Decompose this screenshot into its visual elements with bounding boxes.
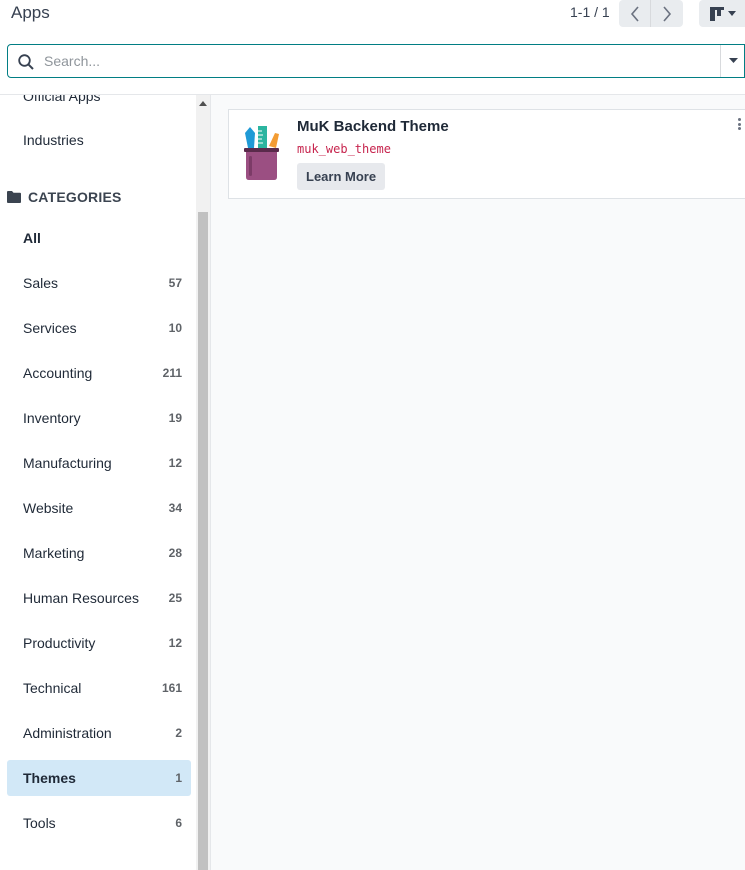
- sidebar-scrollbar-thumb[interactable]: [198, 212, 208, 870]
- pager-value[interactable]: 1-1 / 1: [570, 4, 610, 20]
- search-panel: Official Apps Industries CATEGORIES All …: [0, 95, 210, 870]
- search-input[interactable]: [44, 51, 714, 71]
- scroll-up-arrow[interactable]: [196, 95, 210, 111]
- sidebar-item-website[interactable]: Website 34: [7, 490, 191, 526]
- learn-more-button[interactable]: Learn More: [297, 163, 386, 190]
- sidebar-item-count: 161: [161, 681, 182, 695]
- app-title: MuK Backend Theme: [297, 118, 449, 135]
- sidebar-item-official-apps[interactable]: Official Apps: [7, 95, 191, 114]
- pager-next-button[interactable]: [651, 0, 683, 27]
- triangle-up-icon: [199, 100, 207, 106]
- sidebar-item-label: Accounting: [23, 365, 93, 381]
- sidebar-item-industries[interactable]: Industries: [7, 122, 191, 158]
- sidebar-item-label: Tools: [23, 815, 56, 831]
- folder-icon: [7, 191, 21, 203]
- sidebar-item-count: 2: [175, 726, 182, 740]
- sidebar-item-themes[interactable]: Themes 1: [7, 760, 191, 796]
- sidebar-item-count: 25: [168, 591, 182, 605]
- sidebar-item-count: 19: [168, 411, 182, 425]
- control-panel: Apps 1-1 / 1: [0, 0, 745, 36]
- app-technical-name: muk_web_theme: [297, 142, 391, 156]
- card-menu-icon[interactable]: [734, 116, 744, 132]
- sidebar-item-label: Marketing: [23, 545, 85, 561]
- chevron-left-icon: [630, 5, 639, 22]
- breadcrumb[interactable]: Apps: [11, 3, 50, 23]
- sidebar-item-label: Sales: [23, 275, 59, 291]
- search-bar: [7, 44, 745, 78]
- caret-down-icon: [728, 10, 736, 16]
- caret-down-icon: [728, 58, 738, 63]
- pencil-cup-icon: [244, 126, 279, 180]
- sidebar-item-tools[interactable]: Tools 6: [7, 805, 191, 841]
- sidebar-item-technical[interactable]: Technical 161: [7, 670, 191, 706]
- kanban-icon: [710, 6, 724, 21]
- sidebar-item-count: 1: [175, 771, 182, 785]
- pager-previous-button[interactable]: [619, 0, 651, 27]
- sidebar-item-label: Themes: [23, 770, 76, 786]
- sidebar-item-count: 12: [168, 456, 182, 470]
- sidebar-item-services[interactable]: Services 10: [7, 310, 191, 346]
- sidebar-item-human-resources[interactable]: Human Resources 25: [7, 580, 191, 616]
- view-switcher-button[interactable]: [699, 0, 745, 27]
- sidebar-item-count: 6: [175, 816, 182, 830]
- sidebar-item-accounting[interactable]: Accounting 211: [7, 355, 191, 391]
- chevron-right-icon: [663, 5, 672, 22]
- sidebar-item-label: All: [23, 230, 41, 246]
- sidebar-item-count: 12: [168, 636, 182, 650]
- sidebar-item-count: 34: [168, 501, 182, 515]
- sidebar-item-marketing[interactable]: Marketing 28: [7, 535, 191, 571]
- sidebar-item-sales[interactable]: Sales 57: [7, 265, 191, 301]
- sidebar-item-label: Manufacturing: [23, 455, 112, 471]
- sidebar-item-label: Human Resources: [23, 590, 139, 606]
- sidebar-item-count: 10: [168, 321, 182, 335]
- sidebar-item-label: Industries: [23, 132, 84, 148]
- sidebar-item-productivity[interactable]: Productivity 12: [7, 625, 191, 661]
- sidebar-item-all[interactable]: All: [7, 220, 191, 256]
- categories-header-label: CATEGORIES: [28, 189, 122, 205]
- sidebar-item-label: Services: [23, 320, 77, 336]
- sidebar-item-label: Administration: [23, 725, 112, 741]
- sidebar-item-count: 57: [168, 276, 182, 290]
- search-icon: [18, 54, 34, 70]
- sidebar-item-administration[interactable]: Administration 2: [7, 715, 191, 751]
- app-card[interactable]: MuK Backend Theme muk_web_theme Learn Mo…: [228, 109, 745, 199]
- sidebar-item-count: 211: [162, 366, 182, 380]
- dot: [737, 127, 741, 130]
- sidebar-item-manufacturing[interactable]: Manufacturing 12: [7, 445, 191, 481]
- sidebar-item-inventory[interactable]: Inventory 19: [7, 400, 191, 436]
- sidebar-item-count: 28: [168, 546, 182, 560]
- sidebar-item-label: Technical: [23, 680, 82, 696]
- categories-header: CATEGORIES: [7, 187, 122, 207]
- sidebar-item-label: Website: [23, 500, 74, 516]
- dot: [737, 118, 741, 121]
- search-options-toggle[interactable]: [720, 45, 745, 77]
- kanban-view: MuK Backend Theme muk_web_theme Learn Mo…: [210, 95, 745, 870]
- dot: [737, 122, 741, 126]
- sidebar-item-label: Official Apps: [23, 95, 101, 104]
- sidebar-item-label: Inventory: [23, 410, 81, 426]
- sidebar-item-label: Productivity: [23, 635, 96, 651]
